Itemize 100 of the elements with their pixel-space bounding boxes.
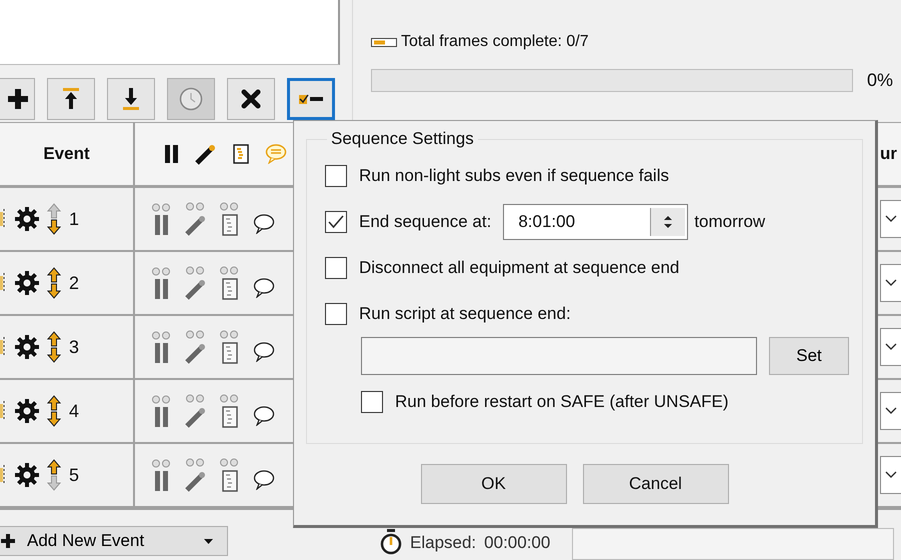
circles-icon [185,266,207,275]
chevron-icon [885,407,897,415]
delete-button[interactable] [227,78,275,120]
ok-button[interactable]: OK [420,464,566,504]
checkbox[interactable] [325,165,347,187]
script-path-field[interactable] [361,337,757,375]
move-bottom-icon [122,88,140,110]
move-up-icon[interactable] [47,331,61,347]
move-down-icon[interactable] [47,283,61,299]
script-icon[interactable] [222,470,238,492]
column-heading: ur [880,144,897,164]
dropdown[interactable] [880,392,901,430]
option-label[interactable]: Run script at sequence end: [359,304,571,324]
speech-bubble-icon[interactable] [253,406,275,426]
option-label[interactable]: End sequence at: [359,212,492,232]
option-label[interactable]: Disconnect all equipment at sequence end [359,258,680,278]
checkbox[interactable] [325,303,347,325]
circles-icon [185,202,207,211]
circles-icon [219,266,241,275]
dropdown[interactable] [880,200,901,238]
frames-text: Total frames complete: 0/7 [401,33,589,51]
chevron-icon [885,215,897,223]
ruler-icon [371,38,397,46]
circles-icon [219,394,241,403]
circles-icon [151,203,173,212]
add-new-event-button[interactable]: Add New Event [0,526,228,556]
speech-bubble-icon[interactable] [253,278,275,298]
set-button[interactable]: Set [769,337,849,375]
move-down-icon[interactable] [47,347,61,363]
group-title: Sequence Settings [330,129,475,149]
time-suffix: tomorrow [694,212,766,232]
move-down-icon[interactable] [47,411,61,427]
pause-icon[interactable] [155,215,169,235]
pause-icon [165,145,179,163]
move-up-icon[interactable] [47,459,61,475]
circles-icon [219,458,241,467]
elapsed-label: Elapsed: [410,533,476,553]
dropdown[interactable] [880,328,901,366]
spinner-icon[interactable] [650,208,686,236]
script-icon[interactable] [222,278,238,300]
caret-icon [204,538,213,544]
speech-bubble-icon[interactable] [253,342,275,362]
time-field[interactable]: 8:01:00 [503,204,688,240]
chevron-icon [885,343,897,351]
circles-icon [185,330,207,339]
elapsed-time: 00:00:00 [484,533,550,553]
plus-icon [8,89,28,109]
circles-icon [185,458,207,467]
move-up-icon[interactable] [47,395,61,411]
drag-handle-icon[interactable] [0,272,5,294]
move-bottom-button[interactable] [107,78,155,120]
speech-bubble-icon[interactable] [253,470,275,490]
speech-bubble-icon[interactable] [253,214,275,234]
pause-icon[interactable] [155,279,169,299]
script-icon[interactable] [222,214,238,236]
chevron-icon [885,471,897,479]
circles-icon [151,331,173,340]
plus-icon [1,534,15,548]
progress-percent: 0% [867,70,894,91]
close-icon [241,89,261,109]
circles-icon [219,330,241,339]
drag-handle-icon[interactable] [0,336,5,358]
move-up-icon[interactable] [47,267,61,283]
circles-icon [151,395,173,404]
checkbox[interactable] [361,391,383,413]
column-heading: Event [43,144,90,164]
drag-handle-icon[interactable] [0,208,5,230]
event-number: 5 [69,464,80,486]
script-icon [233,144,249,164]
pause-icon[interactable] [155,343,169,363]
option-label[interactable]: Run before restart on SAFE (after UNSAFE) [395,392,729,412]
settings-button[interactable] [287,78,335,120]
clock-icon [179,87,203,111]
checkbox[interactable] [325,211,347,233]
speech-bubble-icon [265,144,287,164]
pause-icon[interactable] [155,407,169,427]
circles-icon [151,267,173,276]
event-number: 2 [69,272,80,294]
circles-icon [151,459,173,468]
move-top-icon [62,88,80,110]
circles-icon [219,202,241,211]
stopwatch-icon [380,529,402,555]
event-number: 1 [69,208,80,230]
circles-icon [185,394,207,403]
dropdown[interactable] [880,264,901,302]
chevron-icon [885,279,897,287]
event-number: 3 [69,336,80,358]
option-label[interactable]: Run non-light subs even if sequence fails [359,166,669,186]
cancel-button[interactable]: Cancel [582,464,728,504]
move-top-button[interactable] [47,78,95,120]
checkbox[interactable] [325,257,347,279]
add-button[interactable] [0,78,35,120]
drag-handle-icon[interactable] [0,400,5,422]
pause-icon[interactable] [155,471,169,491]
event-number: 4 [69,400,80,422]
script-icon[interactable] [222,342,238,364]
dropdown[interactable] [880,456,901,494]
move-down-icon[interactable] [47,219,61,235]
script-icon[interactable] [222,406,238,428]
drag-handle-icon[interactable] [0,464,5,486]
